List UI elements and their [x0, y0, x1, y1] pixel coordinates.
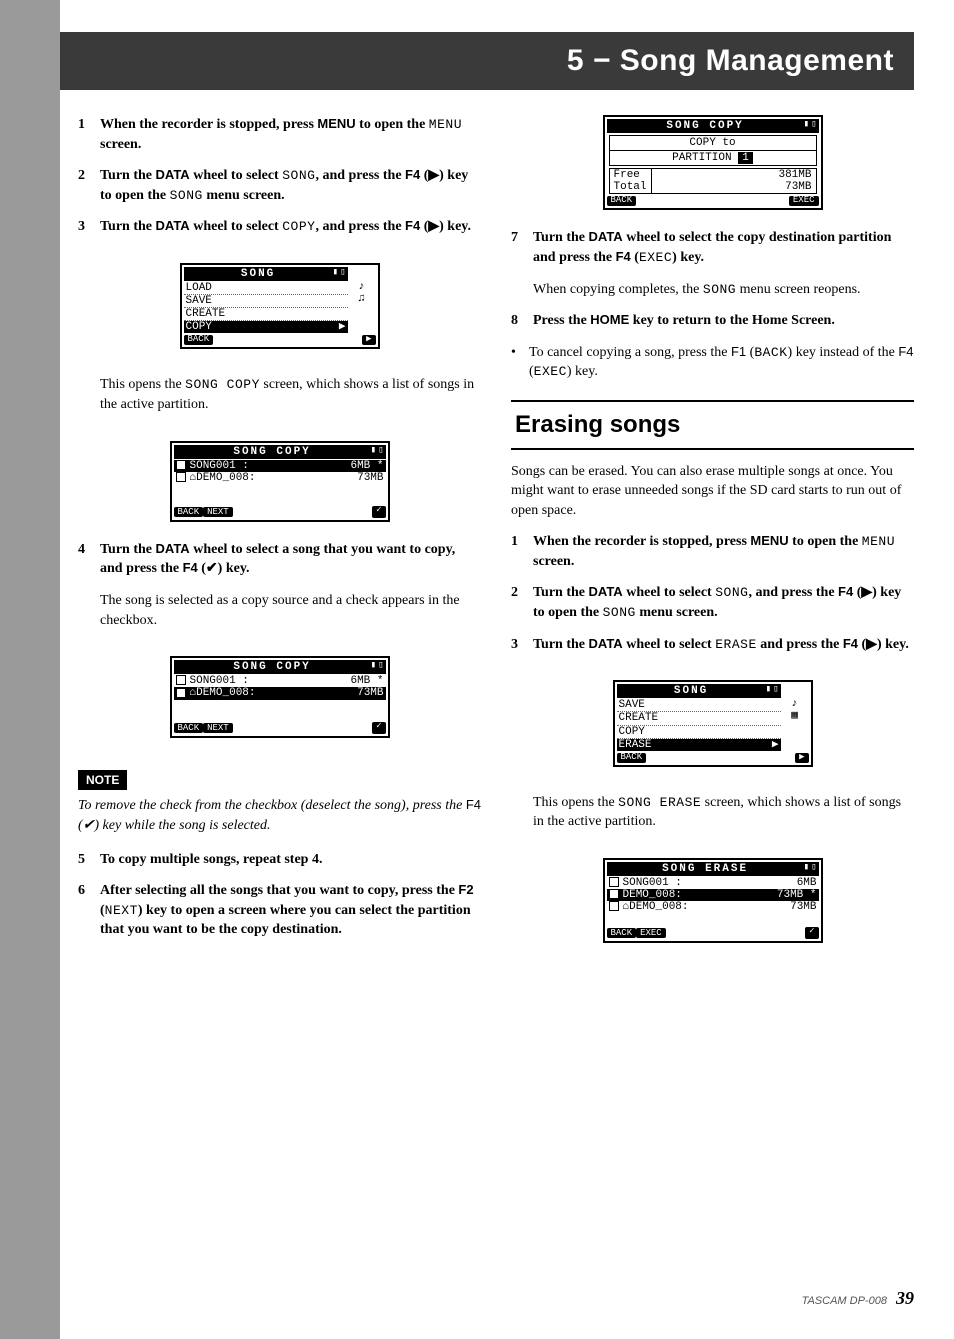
checkbox-icon: [609, 877, 619, 887]
step-number: 6: [78, 881, 100, 940]
step-text: Press the HOME key to return to the Home…: [533, 311, 914, 331]
left-margin-band: [0, 0, 60, 1339]
step-number: 2: [78, 166, 100, 205]
step-text: Turn the DATA wheel to select a song tha…: [100, 540, 481, 579]
step-7: 7 Turn the DATA wheel to select the copy…: [511, 228, 914, 267]
check-icon: ✓: [372, 722, 385, 734]
play-icon: ▶: [362, 335, 375, 345]
battery-icon: ▮▯: [766, 685, 781, 695]
step-number: 3: [78, 217, 100, 237]
step-text: Turn the DATA wheel to select COPY, and …: [100, 217, 481, 237]
step-number: 4: [78, 540, 100, 579]
section-heading-erasing: Erasing songs: [511, 400, 914, 450]
step-number: 1: [511, 532, 533, 571]
checkbox-icon: [176, 675, 186, 685]
play-icon: ▶: [795, 753, 808, 763]
chapter-header: 5 − Song Management: [60, 32, 914, 90]
erase-step-2: 2 Turn the DATA wheel to select SONG, an…: [511, 583, 914, 622]
lcd-song-erase: SONG ERASE▮▯ SONG001 :6MB DEMO_008:73MB …: [511, 844, 914, 961]
music-note-icon: ♪♫: [348, 267, 376, 333]
erase-step-3: 3 Turn the DATA wheel to select ERASE an…: [511, 635, 914, 655]
right-column: SONG COPY▮▯ COPY to PARTITION 1 Free Tot…: [511, 115, 914, 961]
step-number: 7: [511, 228, 533, 267]
step-text: Turn the DATA wheel to select the copy d…: [533, 228, 914, 267]
step-text: When the recorder is stopped, press MENU…: [533, 532, 914, 571]
step-8: 8 Press the HOME key to return to the Ho…: [511, 311, 914, 331]
step-6: 6 After selecting all the songs that you…: [78, 881, 481, 940]
step-number: 8: [511, 311, 533, 331]
battery-icon: ▮▯: [371, 661, 386, 671]
intro-paragraph: Songs can be erased. You can also erase …: [511, 462, 914, 521]
step-number: 2: [511, 583, 533, 622]
page-number: 39: [896, 1288, 914, 1308]
bullet-cancel-copy: • To cancel copying a song, press the F1…: [511, 343, 914, 382]
step-text: Turn the DATA wheel to select ERASE and …: [533, 635, 914, 655]
paragraph: When copying completes, the SONG menu sc…: [533, 280, 914, 300]
checkbox-icon: [609, 889, 619, 899]
step-4: 4 Turn the DATA wheel to select a song t…: [78, 540, 481, 579]
page-content: 1 When the recorder is stopped, press ME…: [78, 115, 914, 961]
step-text: Turn the DATA wheel to select SONG, and …: [533, 583, 914, 622]
lcd-song-menu: SONG▮▯ LOAD SAVE CREATE COPY▶ ♪♫ BACK ▶: [78, 249, 481, 367]
step-5: 5 To copy multiple songs, repeat step 4.: [78, 850, 481, 870]
battery-icon: ▮▯: [371, 446, 386, 456]
footer-brand: TASCAM DP-008: [802, 1295, 887, 1307]
checkbox-checked-icon: [176, 688, 186, 698]
paragraph: This opens the SONG COPY screen, which s…: [100, 375, 481, 414]
battery-icon: ▮▯: [804, 120, 819, 130]
erase-step-1: 1 When the recorder is stopped, press ME…: [511, 532, 914, 571]
bullet-icon: •: [511, 343, 529, 382]
checkbox-icon: [609, 901, 619, 911]
note-label: NOTE: [78, 770, 127, 791]
step-1: 1 When the recorder is stopped, press ME…: [78, 115, 481, 154]
check-icon: ✓: [805, 927, 818, 939]
paragraph: This opens the SONG ERASE screen, which …: [533, 793, 914, 832]
lcd-copy-destination: SONG COPY▮▯ COPY to PARTITION 1 Free Tot…: [511, 115, 914, 228]
bullet-text: To cancel copying a song, press the F1 (…: [529, 343, 914, 382]
step-text: Turn the DATA wheel to select SONG, and …: [100, 166, 481, 205]
step-text: When the recorder is stopped, press MENU…: [100, 115, 481, 154]
checkbox-icon: [176, 460, 186, 470]
lcd-song-menu-erase: SONG▮▯ SAVE CREATE COPY ERASE▶ ♪▦ BACK ▶: [511, 666, 914, 784]
battery-icon: ▮▯: [333, 268, 348, 278]
lcd-song-copy-1: SONG COPY▮▯ SONG001 :6MB * ⌂DEMO_008:73M…: [78, 427, 481, 540]
checkbox-icon: [176, 472, 186, 482]
step-2: 2 Turn the DATA wheel to select SONG, an…: [78, 166, 481, 205]
page-footer: TASCAM DP-008 39: [802, 1286, 914, 1311]
step-number: 5: [78, 850, 100, 870]
note-text: To remove the check from the checkbox (d…: [78, 796, 481, 835]
step-3: 3 Turn the DATA wheel to select COPY, an…: [78, 217, 481, 237]
step-text: To copy multiple songs, repeat step 4.: [100, 850, 481, 870]
lcd-song-copy-2: SONG COPY▮▯ SONG001 :6MB * ⌂DEMO_008:73M…: [78, 642, 481, 755]
chapter-title: 5 − Song Management: [567, 40, 894, 82]
check-icon: ✓: [372, 506, 385, 518]
step-text: After selecting all the songs that you w…: [100, 881, 481, 940]
left-column: 1 When the recorder is stopped, press ME…: [78, 115, 481, 961]
battery-icon: ▮▯: [804, 863, 819, 873]
step-number: 1: [78, 115, 100, 154]
paragraph: The song is selected as a copy source an…: [100, 591, 481, 630]
step-number: 3: [511, 635, 533, 655]
music-note-icon: ♪▦: [781, 684, 809, 750]
